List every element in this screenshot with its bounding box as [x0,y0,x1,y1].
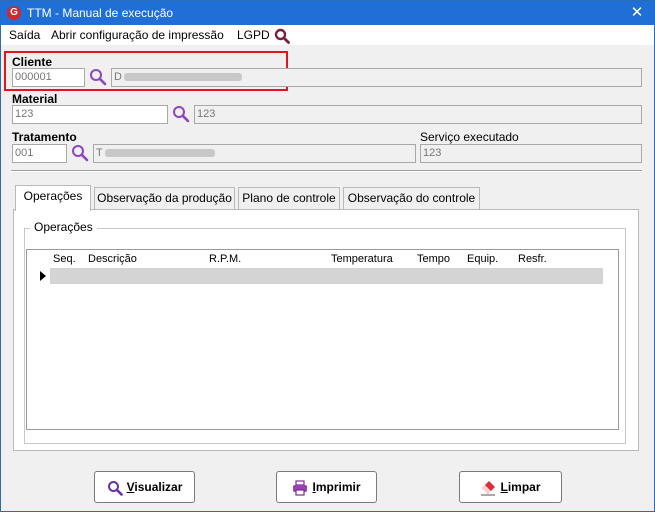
tab-observacao-controle[interactable]: Observação do controle [343,187,480,209]
eraser-icon [481,480,496,496]
column-header-descricao[interactable]: Descrição [88,253,137,265]
title-bar: G TTM - Manual de execução ✕ [1,1,654,25]
material-label: Material [12,92,58,106]
material-search-icon[interactable] [172,105,190,123]
tratamento-name-text: T [96,147,103,159]
material-description-field: 123 [194,105,642,124]
table-row[interactable] [50,268,603,284]
menu-item-lgpd[interactable]: LGPD [237,28,270,42]
operacoes-grid[interactable]: Seq. Descrição R.P.M. Temperatura Tempo … [26,249,619,430]
window-title: TTM - Manual de execução [27,6,174,20]
menu-item-print-config[interactable]: Abrir configuração de impressão [51,28,224,42]
tab-plano-controle[interactable]: Plano de controle [238,187,340,209]
column-header-temperatura[interactable]: Temperatura [331,253,393,265]
operacoes-group-title: Operações [30,220,97,234]
column-header-tempo[interactable]: Tempo [417,253,450,265]
visualizar-label: isualizar [134,480,183,494]
menu-bar: Saída Abrir configuração de impressão LG… [1,25,654,45]
tratamento-search-icon[interactable] [71,144,89,162]
main-window: G TTM - Manual de execução ✕ Saída Abrir… [0,0,655,512]
separator [11,170,642,172]
tratamento-label: Tratamento [12,130,77,144]
cliente-name-text: D [114,71,122,83]
tratamento-name-field: T [93,144,416,163]
cliente-code-field[interactable]: 000001 [12,68,85,87]
cliente-label: Cliente [12,55,53,69]
row-indicator-icon [40,271,46,281]
column-header-resfr[interactable]: Resfr. [518,253,547,265]
grid-header: Seq. Descrição R.P.M. Temperatura Tempo … [27,250,618,268]
visualizar-button[interactable]: Visualizar [94,471,195,503]
close-button[interactable]: ✕ [620,1,654,25]
app-icon: G [7,6,21,20]
tratamento-code-field[interactable]: 001 [12,144,67,163]
cliente-name-field: D [111,68,642,87]
servico-field: 123 [420,144,642,163]
menu-item-saida[interactable]: Saída [9,28,40,42]
material-code-field[interactable]: 123 [12,105,168,124]
column-header-equip[interactable]: Equip. [467,253,498,265]
imprimir-label: mprimir [315,480,361,494]
tab-operacoes[interactable]: Operações [15,185,91,211]
redacted-text [104,149,215,158]
column-header-rpm[interactable]: R.P.M. [209,253,241,265]
limpar-label: impar [507,480,541,494]
printer-icon [293,480,308,496]
servico-label: Serviço executado [420,130,519,144]
limpar-mnemonic: L [500,480,508,494]
column-header-seq[interactable]: Seq. [53,253,76,265]
search-icon[interactable] [274,28,290,44]
redacted-text [123,73,242,82]
tab-observacao-producao[interactable]: Observação da produção [94,187,235,209]
imprimir-button[interactable]: Imprimir [276,471,377,503]
search-icon [107,480,123,496]
cliente-search-icon[interactable] [89,68,107,86]
limpar-button[interactable]: Limpar [459,471,562,503]
